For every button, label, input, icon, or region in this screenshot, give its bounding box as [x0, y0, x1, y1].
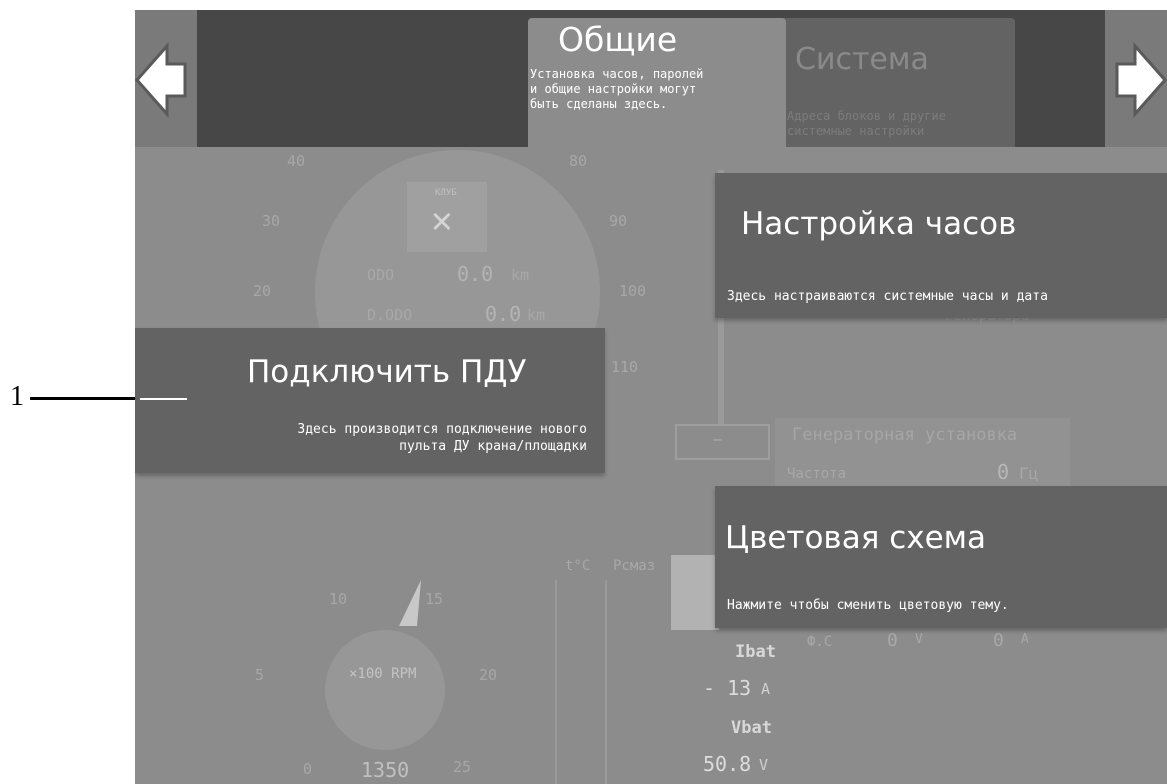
connect-remote-card[interactable]: Подключить ПДУ Здесь производится подклю… — [135, 328, 605, 473]
vbat-value: 50.8 — [703, 752, 752, 776]
speed-tick-80: 80 — [569, 152, 588, 170]
speed-tick-110: 110 — [611, 358, 639, 376]
color-scheme-description: Нажмите чтобы сменить цветовую тему. — [727, 598, 1009, 613]
vbat-unit: V — [759, 756, 769, 774]
speed-tick-30: 30 — [262, 212, 281, 230]
rpm-value: 1350 — [361, 758, 410, 782]
kab-box — [671, 555, 719, 630]
odo-label: ODO — [367, 266, 395, 284]
klub-label: КЛУБ — [435, 188, 457, 198]
callout-leader-line-inner — [140, 398, 187, 400]
arrow-right-icon — [1115, 42, 1167, 118]
phase-current-value: 0 — [993, 630, 1004, 651]
phase-label: Ф.С — [807, 634, 833, 650]
tab-system[interactable]: Система Адреса блоков и другие системные… — [775, 18, 1015, 147]
klub-x-icon: ✕ — [431, 200, 453, 241]
vbat-label: Vbat — [731, 718, 772, 738]
temperature-label: t°C — [565, 558, 591, 574]
minus-button-label: — — [713, 430, 723, 448]
ibat-label: Ibat — [735, 642, 776, 662]
minus-button[interactable] — [675, 424, 770, 460]
odo-value: 0.0 — [457, 262, 494, 286]
dodo-label: D.ODO — [367, 306, 413, 324]
connect-remote-title: Подключить ПДУ — [247, 354, 527, 390]
next-tab-button[interactable] — [1105, 10, 1167, 147]
tab-system-title: Система — [795, 42, 929, 77]
tab-general[interactable]: Общие Установка часов, паролей и общие н… — [528, 18, 786, 147]
tab-system-description: Адреса блоков и другие системные настрой… — [787, 109, 946, 138]
generator-frequency-label: Частота — [787, 466, 847, 482]
ibat-value: - 13 — [703, 676, 752, 700]
clock-settings-card[interactable]: Настройка часов Здесь настраиваются сист… — [715, 173, 1167, 318]
speed-tick-100: 100 — [619, 282, 647, 300]
connect-remote-description: Здесь производится подключение нового пу… — [297, 422, 587, 454]
rpm-tick-25: 25 — [453, 758, 472, 776]
generator-frequency-value: 0 — [997, 460, 1010, 484]
color-scheme-title: Цветовая схема — [725, 520, 987, 556]
speed-tick-40: 40 — [287, 152, 306, 170]
clock-settings-title: Настройка часов — [741, 206, 1017, 242]
phase-voltage-value: 0 — [887, 630, 898, 651]
rpm-label: ×100 RPM — [349, 666, 417, 682]
oil-pressure-label: Pсмаз — [613, 558, 656, 574]
phase-voltage-unit: V — [915, 632, 923, 647]
color-scheme-card[interactable]: Цветовая схема Нажмите чтобы сменить цве… — [715, 486, 1167, 628]
ibat-unit: A — [761, 680, 771, 698]
clock-settings-description: Здесь настраиваются системные часы и дат… — [727, 289, 1048, 304]
tab-general-title: Общие — [558, 20, 678, 59]
rpm-tick-0: 0 — [303, 760, 313, 778]
rpm-needle-icon — [399, 580, 421, 626]
rpm-tick-15: 15 — [425, 590, 444, 608]
odo-unit: km — [511, 266, 530, 284]
prev-tab-button[interactable] — [135, 10, 197, 147]
rpm-dial-background — [325, 630, 445, 750]
speed-tick-90: 90 — [609, 212, 628, 230]
oil-pressure-scale — [605, 580, 607, 784]
dodo-unit: km — [527, 306, 546, 324]
callout-leader-line — [30, 397, 135, 400]
temperature-scale — [555, 580, 557, 784]
callout-number: 1 — [10, 381, 24, 412]
phase-current-unit: A — [1021, 632, 1029, 647]
rpm-tick-20: 20 — [479, 666, 498, 684]
settings-screen: КЛУБ ✕ 40 30 20 80 90 100 110 ODO 0.0 km… — [135, 10, 1167, 784]
dodo-value: 0.0 — [485, 302, 522, 326]
arrow-left-icon — [135, 42, 187, 118]
tab-general-description: Установка часов, паролей и общие настрой… — [530, 67, 704, 111]
rpm-tick-10: 10 — [329, 590, 348, 608]
rpm-tick-5: 5 — [255, 666, 265, 684]
speed-tick-20: 20 — [253, 282, 272, 300]
generator-frequency-unit: Гц — [1019, 464, 1039, 483]
generator-title: Генераторная установка — [792, 425, 1018, 445]
